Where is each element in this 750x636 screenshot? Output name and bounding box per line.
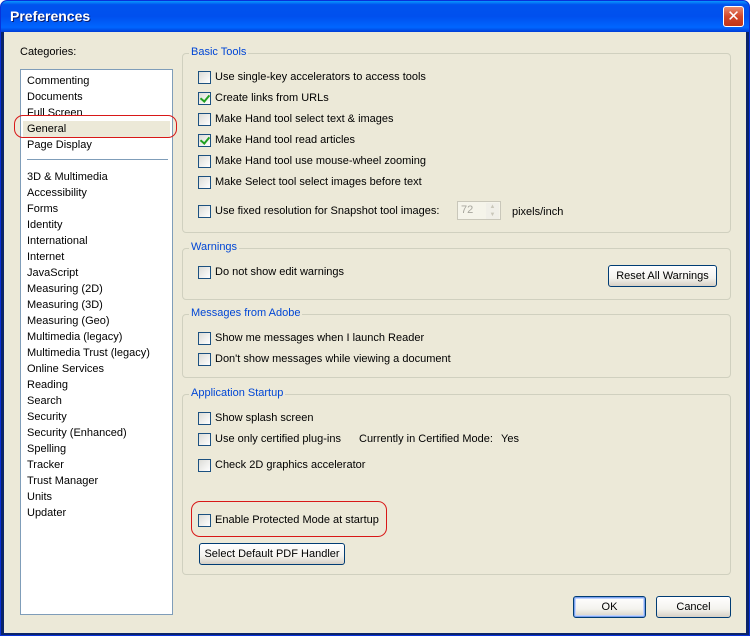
cancel-button[interactable]: Cancel — [656, 596, 731, 618]
default-pdf-handler-button[interactable]: Select Default PDF Handler — [199, 543, 345, 565]
categories-label: Categories: — [20, 46, 77, 58]
select-images-label: Make Select tool select images before te… — [215, 176, 422, 188]
messages-while-viewing-checkbox[interactable] — [198, 353, 211, 366]
category-item[interactable]: Trust Manager — [27, 473, 98, 489]
hand-select-checkbox[interactable] — [198, 113, 211, 126]
category-item[interactable]: Measuring (2D) — [27, 281, 103, 297]
category-item[interactable]: Tracker — [27, 457, 64, 473]
categories-list[interactable]: Commenting Documents Full Screen General… — [20, 69, 173, 615]
category-item[interactable]: Measuring (Geo) — [27, 313, 110, 329]
startup-title: Application Startup — [189, 387, 286, 399]
category-item[interactable]: Updater — [27, 505, 66, 521]
category-item[interactable]: 3D & Multimedia — [27, 169, 108, 185]
category-item[interactable]: Reading — [27, 377, 68, 393]
category-item-page-display[interactable]: Page Display — [27, 137, 92, 153]
category-item[interactable]: Online Services — [27, 361, 104, 377]
messages-while-viewing-label: Don't show messages while viewing a docu… — [215, 353, 451, 365]
category-item[interactable]: Security (Enhanced) — [27, 425, 127, 441]
resolution-value: 72 — [461, 204, 474, 216]
preferences-window: Preferences ✕ Categories: Commenting Doc… — [0, 0, 750, 636]
category-item-general[interactable]: General — [23, 121, 170, 137]
hand-wheel-label: Make Hand tool use mouse-wheel zooming — [215, 155, 426, 167]
title-bar[interactable]: Preferences ✕ — [1, 1, 749, 32]
category-item[interactable]: Multimedia Trust (legacy) — [27, 345, 150, 361]
hand-wheel-checkbox[interactable] — [198, 155, 211, 168]
hand-read-label: Make Hand tool read articles — [215, 134, 356, 146]
window-title: Preferences — [10, 8, 91, 24]
hand-select-label: Make Hand tool select text & images — [215, 113, 394, 125]
messages-group: Messages from Adobe Show me messages whe… — [182, 307, 731, 378]
warnings-title: Warnings — [189, 241, 240, 253]
close-button[interactable]: ✕ — [723, 6, 744, 27]
protected-mode-label: Enable Protected Mode at startup — [215, 514, 379, 526]
create-links-checkbox[interactable] — [198, 92, 211, 105]
no-edit-warnings-checkbox[interactable] — [198, 266, 211, 279]
category-item[interactable]: Spelling — [27, 441, 66, 457]
ok-button[interactable]: OK — [573, 596, 646, 618]
category-separator — [27, 159, 168, 160]
gpu-check-checkbox[interactable] — [198, 459, 211, 472]
no-edit-warnings-label: Do not show edit warnings — [215, 266, 345, 278]
create-links-label: Create links from URLs — [215, 92, 329, 104]
category-item[interactable]: Search — [27, 393, 62, 409]
spinner-down-icon: ▼ — [486, 211, 499, 219]
category-item[interactable]: Accessibility — [27, 185, 87, 201]
category-item[interactable]: Security — [27, 409, 67, 425]
splash-checkbox[interactable] — [198, 412, 211, 425]
certified-plugins-label: Use only certified plug-ins — [215, 433, 341, 445]
category-item-documents[interactable]: Documents — [27, 89, 83, 105]
messages-on-launch-label: Show me messages when I launch Reader — [215, 332, 425, 344]
gpu-check-label: Check 2D graphics accelerator — [215, 459, 366, 471]
category-item[interactable]: International — [27, 233, 88, 249]
fixed-resolution-checkbox[interactable] — [198, 205, 211, 218]
resolution-unit: pixels/inch — [512, 206, 564, 218]
certified-mode-value: Yes — [501, 433, 519, 445]
reset-warnings-button[interactable]: Reset All Warnings — [608, 265, 717, 287]
splash-label: Show splash screen — [215, 412, 314, 424]
dialog-body: Categories: Commenting Documents Full Sc… — [4, 32, 746, 633]
category-item[interactable]: Units — [27, 489, 52, 505]
category-item[interactable]: Multimedia (legacy) — [27, 329, 122, 345]
category-item[interactable]: Measuring (3D) — [27, 297, 103, 313]
category-item-full-screen[interactable]: Full Screen — [27, 105, 83, 121]
close-icon: ✕ — [727, 7, 740, 25]
basic-tools-group: Basic Tools Use single-key accelerators … — [182, 46, 731, 233]
category-item[interactable]: Identity — [27, 217, 62, 233]
category-item[interactable]: Forms — [27, 201, 58, 217]
certified-plugins-checkbox[interactable] — [198, 433, 211, 446]
basic-tools-title: Basic Tools — [189, 46, 249, 58]
startup-group: Application Startup Show splash screen U… — [182, 387, 731, 575]
single-key-checkbox[interactable] — [198, 71, 211, 84]
category-item-commenting[interactable]: Commenting — [27, 73, 89, 89]
category-item[interactable]: JavaScript — [27, 265, 78, 281]
single-key-label: Use single-key accelerators to access to… — [215, 71, 426, 83]
select-images-checkbox[interactable] — [198, 176, 211, 189]
fixed-resolution-label: Use fixed resolution for Snapshot tool i… — [215, 205, 440, 217]
certified-mode-label: Currently in Certified Mode: — [359, 433, 493, 445]
messages-title: Messages from Adobe — [189, 307, 303, 319]
resolution-spinner: 72 ▲ ▼ — [457, 201, 501, 220]
spinner-up-icon: ▲ — [486, 203, 499, 211]
protected-mode-checkbox[interactable] — [198, 514, 211, 527]
category-item[interactable]: Internet — [27, 249, 64, 265]
hand-read-checkbox[interactable] — [198, 134, 211, 147]
messages-on-launch-checkbox[interactable] — [198, 332, 211, 345]
warnings-group: Warnings Do not show edit warnings Reset… — [182, 241, 731, 300]
